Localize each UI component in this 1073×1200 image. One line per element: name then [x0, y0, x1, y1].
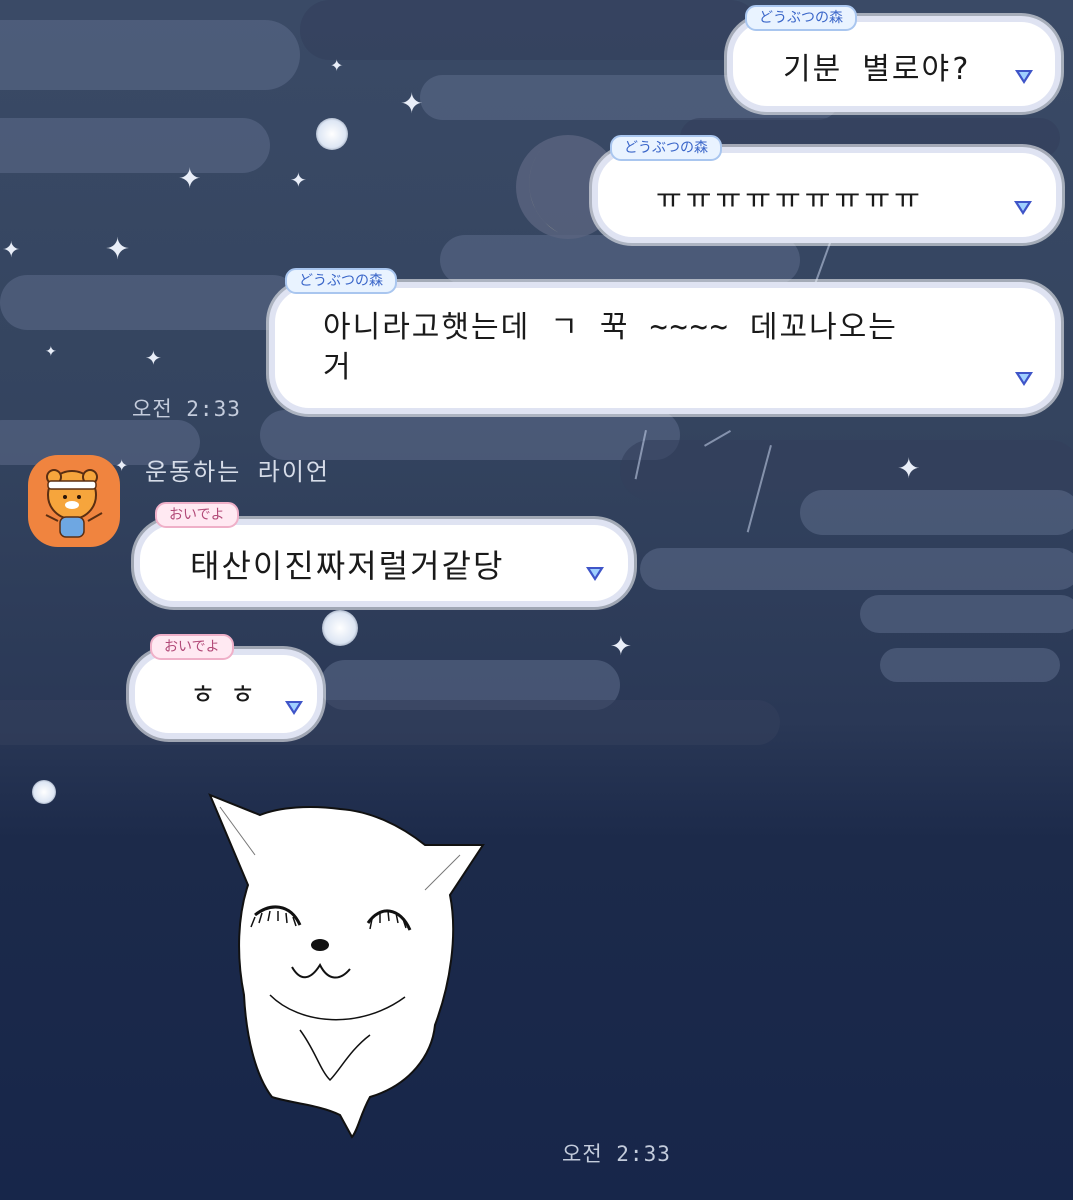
- star-icon: ✦: [400, 87, 424, 120]
- star-icon: ✦: [2, 238, 21, 263]
- star-icon: ✦: [45, 344, 57, 360]
- star-orb: [322, 610, 358, 646]
- chat-bubble-sent[interactable]: 기분 별로야?: [733, 22, 1055, 106]
- star-icon: ✦: [105, 232, 131, 267]
- star-orb: [32, 780, 56, 804]
- message-text: 태산이진짜저럴거같당: [190, 547, 505, 585]
- cloud: [300, 0, 760, 60]
- cloud: [0, 275, 300, 330]
- chat-bubble-received[interactable]: ㅎㅎ: [135, 655, 317, 733]
- cloud: [0, 700, 780, 745]
- cloud: [800, 490, 1073, 535]
- star-icon: ✦: [330, 56, 344, 75]
- message-timestamp: 오전 2:33: [132, 397, 241, 421]
- bubble-arrow-icon: [586, 567, 604, 581]
- cloud: [0, 20, 300, 90]
- message-text: ㅎㅎ: [190, 678, 270, 711]
- cloud: [880, 648, 1060, 682]
- cloud: [0, 118, 270, 173]
- star-orb: [316, 118, 348, 150]
- friend-avatar[interactable]: [28, 455, 120, 547]
- star-icon: ✦: [897, 452, 921, 485]
- cloud: [860, 595, 1073, 633]
- cloud: [440, 235, 800, 285]
- star-icon: ✦: [290, 168, 307, 192]
- bubble-name-tag: おいでよ: [150, 634, 234, 660]
- chat-bubble-sent[interactable]: 아니라고햇는데 ㄱ 꾹 ~~~~ 데꼬나오는 거: [275, 288, 1055, 408]
- message-timestamp: 오전 2:33: [562, 1142, 671, 1166]
- bubble-arrow-icon: [285, 701, 303, 715]
- message-text: ㅠㅠㅠㅠㅠㅠㅠㅠㅠ: [656, 182, 924, 215]
- bubble-arrow-icon: [1015, 70, 1033, 84]
- bubble-arrow-icon: [1015, 372, 1033, 386]
- bubble-name-tag: どうぶつの森: [745, 5, 857, 31]
- message-text: 아니라고햇는데 ㄱ 꾹 ~~~~ 데꼬나오는 거: [323, 310, 898, 385]
- cloud: [640, 548, 1073, 590]
- chat-bubble-sent[interactable]: ㅠㅠㅠㅠㅠㅠㅠㅠㅠ: [598, 153, 1056, 237]
- sender-name: 운동하는 라이언: [145, 458, 331, 486]
- bubble-name-tag: どうぶつの森: [610, 135, 722, 161]
- bubble-name-tag: どうぶつの森: [285, 268, 397, 294]
- star-icon: ✦: [145, 346, 162, 370]
- star-icon: ✦: [178, 162, 202, 195]
- message-text: 기분 별로야?: [783, 52, 972, 87]
- star-icon: ✦: [610, 632, 632, 662]
- bubble-name-tag: おいでよ: [155, 502, 239, 528]
- cloud: [680, 118, 1060, 158]
- ryan-avatar-icon: [45, 469, 103, 538]
- chat-bubble-received[interactable]: 태산이진짜저럴거같당: [140, 525, 628, 601]
- white-dog-sticker-icon[interactable]: [200, 785, 500, 1145]
- bubble-arrow-icon: [1014, 201, 1032, 215]
